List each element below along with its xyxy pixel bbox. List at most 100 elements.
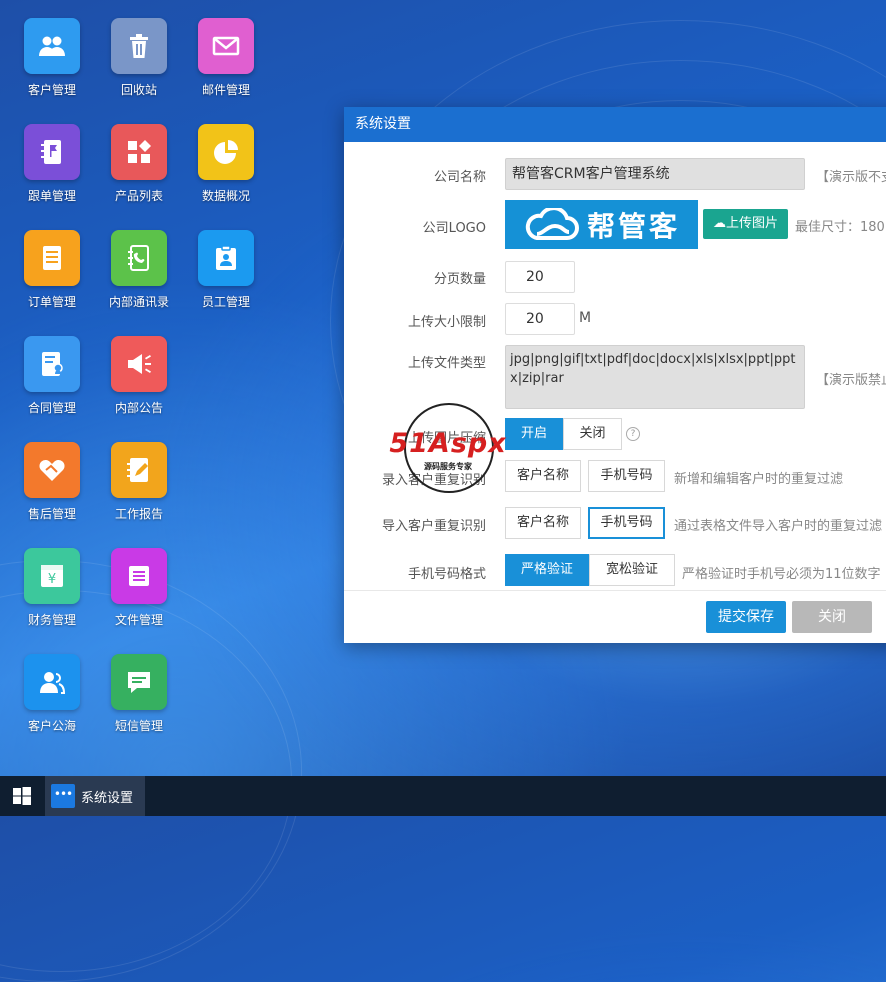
desktop-icon-customers[interactable]: 客户管理 (12, 18, 92, 98)
desktop-icon-label: 邮件管理 (201, 83, 250, 97)
logo-text: 帮管客 (586, 209, 680, 243)
desktop-icon-label: 客户管理 (27, 83, 76, 97)
megaphone-icon (111, 336, 167, 392)
desktop-icon-label: 数据概况 (201, 189, 250, 203)
desktop-icon-label: 内部公告 (114, 401, 163, 415)
desktop-icon-announcements[interactable]: 内部公告 (99, 336, 179, 416)
upload-limit-label: 上传大小限制 (407, 315, 486, 330)
handshake-icon (24, 442, 80, 498)
taskbar-item-label: 系统设置 (81, 790, 134, 806)
taskbar-item-settings[interactable]: ••• 系统设置 (45, 776, 145, 816)
file-types-value: jpg|png|gif|txt|pdf|doc|docx|xls|xlsx|pp… (510, 352, 796, 386)
document-lines-icon (24, 230, 80, 286)
svg-text:¥: ¥ (48, 572, 56, 587)
help-icon[interactable]: ? (626, 427, 640, 441)
compress-on-button[interactable]: 开启 (505, 418, 563, 450)
watermark-logo: 51Aspx 源码服务专家 (386, 403, 510, 493)
dup-entry-note: 新增和编辑客户时的重复过滤 (674, 472, 844, 487)
desktop-icon-products[interactable]: 产品列表 (99, 124, 179, 204)
upload-limit-input[interactable]: 20 (505, 303, 575, 335)
desktop-icon-label: 工作报告 (114, 507, 163, 521)
dup-entry-name-option[interactable]: 客户名称 (505, 460, 581, 492)
watermark-sub: 源码服务专家 (424, 462, 472, 471)
desktop-icon-label: 客户公海 (27, 719, 76, 733)
trash-icon (111, 18, 167, 74)
desktop-icon-followup[interactable]: 跟单管理 (12, 124, 92, 204)
desktop-icon-data-overview[interactable]: 数据概况 (186, 124, 266, 204)
dup-import-label: 导入客户重复识别 (381, 519, 486, 534)
desktop-icon-label: 财务管理 (27, 613, 76, 627)
close-dialog-button[interactable]: 关闭 (792, 601, 872, 633)
phone-format-label: 手机号码格式 (407, 567, 486, 582)
dialog-title[interactable]: 系统设置 (344, 107, 886, 142)
phone-strict-button[interactable]: 严格验证 (505, 554, 589, 586)
pie-chart-icon (198, 124, 254, 180)
page-size-label: 分页数量 (433, 272, 486, 287)
yen-icon: ¥ (24, 548, 80, 604)
cloud-logo-icon (525, 207, 579, 240)
desktop-icon-label: 文件管理 (114, 613, 163, 627)
dup-import-name-option[interactable]: 客户名称 (505, 507, 581, 539)
company-name-note: 【演示版不支 (816, 170, 886, 185)
users-icon (24, 18, 80, 74)
upload-limit-unit: M (579, 310, 592, 326)
taskbar: ••• 系统设置 (0, 776, 886, 816)
desktop-icon-finance[interactable]: ¥ 财务管理 (12, 548, 92, 628)
desktop-icon-label: 内部通讯录 (108, 295, 169, 309)
notebook-flag-icon (24, 124, 80, 180)
desktop-icon-label: 售后管理 (27, 507, 76, 521)
chat-icon (111, 654, 167, 710)
company-name-input[interactable]: 帮管客CRM客户管理系统 (505, 158, 805, 190)
company-logo-label: 公司LOGO (422, 221, 486, 236)
file-types-textarea[interactable]: jpg|png|gif|txt|pdf|doc|docx|xls|xlsx|pp… (505, 345, 805, 409)
desktop-icon-files[interactable]: 文件管理 (99, 548, 179, 628)
start-button[interactable] (0, 776, 44, 816)
address-book-icon (111, 230, 167, 286)
dup-import-note: 通过表格文件导入客户时的重复过滤 (674, 519, 883, 534)
company-name-value: 帮管客CRM客户管理系统 (512, 166, 670, 182)
desktop-icon-sms[interactable]: 短信管理 (99, 654, 179, 734)
contract-icon (24, 336, 80, 392)
dots-app-icon: ••• (51, 784, 75, 808)
desktop-icon-label: 跟单管理 (27, 189, 76, 203)
desktop-icon-staff[interactable]: 员工管理 (186, 230, 266, 310)
desktop-icon-customer-pool[interactable]: 客户公海 (12, 654, 92, 734)
desktop-icon-label: 员工管理 (201, 295, 250, 309)
upload-image-button[interactable]: ☁上传图片 (703, 209, 788, 239)
upload-limit-value: 20 (526, 311, 544, 327)
page-size-input[interactable]: 20 (505, 261, 575, 293)
desktop-icon-label: 短信管理 (114, 719, 163, 733)
logo-preview: 帮管客 (505, 200, 698, 249)
page-size-value: 20 (526, 269, 544, 285)
desktop-icon-work-report[interactable]: 工作报告 (99, 442, 179, 522)
settings-dialog: 系统设置 公司名称 帮管客CRM客户管理系统 【演示版不支 公司LOGO 帮管客… (344, 107, 886, 643)
watermark-brand: 51Aspx (389, 428, 507, 459)
desktop-icon-orders[interactable]: 订单管理 (12, 230, 92, 310)
report-edit-icon (111, 442, 167, 498)
phone-loose-button[interactable]: 宽松验证 (589, 554, 675, 586)
compress-off-button[interactable]: 关闭 (563, 418, 622, 450)
desktop-icon-mail[interactable]: 邮件管理 (186, 18, 266, 98)
company-name-label: 公司名称 (433, 170, 486, 185)
desktop-icon-contracts[interactable]: 合同管理 (12, 336, 92, 416)
phone-format-note: 严格验证时手机号必须为11位数字 (682, 567, 881, 582)
desktop-icon-label: 订单管理 (27, 295, 76, 309)
desktop-icon-label: 回收站 (120, 83, 157, 97)
dup-import-phone-option[interactable]: 手机号码 (588, 507, 665, 539)
footer-divider (344, 590, 886, 591)
dup-entry-phone-option[interactable]: 手机号码 (588, 460, 665, 492)
mail-icon (198, 18, 254, 74)
desktop-icon-after-sales[interactable]: 售后管理 (12, 442, 92, 522)
file-types-label: 上传文件类型 (407, 356, 486, 371)
cloud-upload-icon: ☁ (712, 216, 726, 231)
file-types-note: 【演示版禁止 (816, 373, 886, 388)
product-grid-icon (111, 124, 167, 180)
desktop-icon-address-book[interactable]: 内部通讯录 (99, 230, 179, 310)
submit-save-button[interactable]: 提交保存 (706, 601, 786, 633)
file-list-icon (111, 548, 167, 604)
upload-image-label: 上传图片 (725, 216, 778, 231)
clipboard-person-icon (198, 230, 254, 286)
logo-size-note: 最佳尺寸：180 (795, 220, 885, 235)
desktop-icon-recycle-bin[interactable]: 回收站 (99, 18, 179, 98)
windows-icon (13, 787, 31, 805)
